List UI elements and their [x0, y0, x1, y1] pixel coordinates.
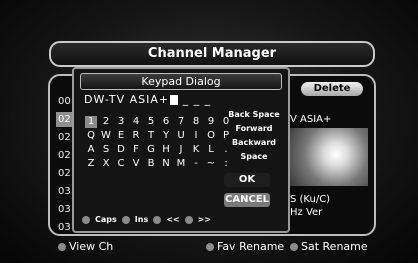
key[interactable]: Z	[85, 158, 97, 170]
button-icon	[58, 243, 66, 251]
footer-fav-rename[interactable]: Fav Rename	[206, 240, 284, 253]
key-row: Z X C V B N M - ~:	[85, 151, 235, 169]
key[interactable]: ~	[205, 158, 217, 170]
preview-image	[288, 128, 368, 186]
key[interactable]: X	[100, 158, 112, 170]
button-icon	[206, 243, 214, 251]
button-icon	[121, 215, 130, 224]
footer-sat-rename[interactable]: Sat Rename	[290, 240, 368, 253]
text-cursor	[170, 95, 179, 105]
legend: Caps Ins << >>	[82, 215, 216, 224]
key-row: QWERTYUIOP	[85, 123, 235, 141]
cancel-button[interactable]: CANCEL	[224, 193, 270, 207]
frequency-text: Hz Ver	[290, 207, 323, 218]
function-key[interactable]: Backward	[226, 138, 282, 147]
button-icon	[290, 243, 298, 251]
key[interactable]: M	[175, 158, 187, 170]
keypad-dialog: Keypad Dialog DW-TV ASIA+ _ _ _ 12345678…	[72, 67, 290, 233]
satellite-text: S (Ku/C)	[290, 194, 331, 205]
legend-item: Ins	[121, 215, 148, 224]
footer-view-ch[interactable]: View Ch	[58, 240, 113, 253]
function-key[interactable]: Forward	[226, 124, 282, 133]
channel-name: V ASIA+	[290, 114, 332, 125]
legend-item: Caps	[82, 215, 117, 224]
button-icon	[184, 215, 193, 224]
key[interactable]: B	[145, 158, 157, 170]
legend-item: >>	[184, 215, 211, 224]
button-icon	[153, 215, 162, 224]
key[interactable]: N	[160, 158, 172, 170]
function-key[interactable]: Back Space	[226, 110, 282, 119]
key-row: 1234567890	[85, 109, 235, 128]
dialog-title: Keypad Dialog	[80, 73, 282, 90]
ok-button[interactable]: OK	[224, 173, 270, 187]
key-row: ASDFGHJKL.	[85, 137, 235, 155]
button-icon	[82, 215, 90, 224]
tv-screen: Channel Manager 00 02 02 02 02 03 03 03 Delete …	[0, 0, 418, 263]
key[interactable]: -	[190, 158, 202, 170]
title-bar: Channel Manager	[49, 41, 375, 67]
text-input[interactable]: DW-TV ASIA+ _ _ _	[84, 93, 211, 106]
delete-button[interactable]: Delete	[301, 82, 363, 96]
input-value: DW-TV ASIA+	[84, 93, 170, 106]
key[interactable]: V	[130, 158, 142, 170]
function-key[interactable]: Space	[226, 152, 282, 161]
legend-item: <<	[153, 215, 180, 224]
page-title: Channel Manager	[147, 46, 277, 61]
key[interactable]: C	[115, 158, 127, 170]
